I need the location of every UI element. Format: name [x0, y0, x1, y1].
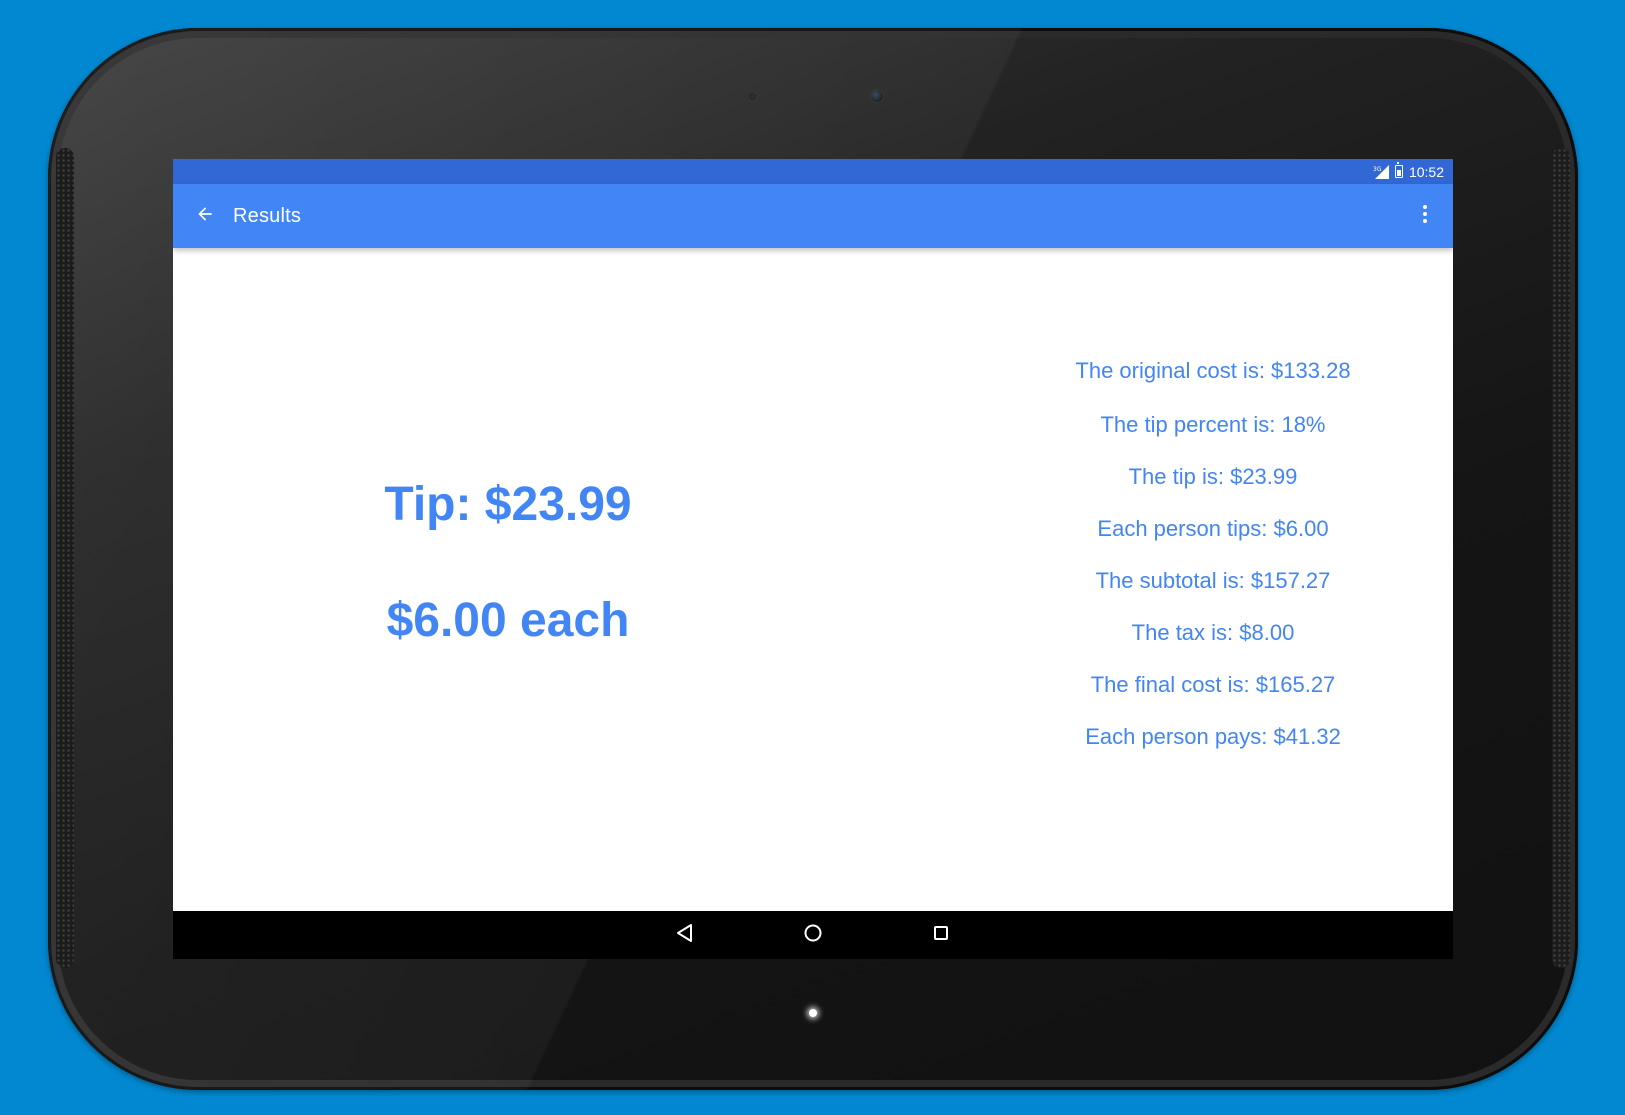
circle-home-icon	[803, 923, 823, 948]
person-pays-line: Each person pays: $41.32	[1085, 724, 1341, 749]
nav-recents-button[interactable]	[911, 911, 971, 959]
tip-amount-line: The tip is: $23.99	[1128, 464, 1298, 489]
triangle-back-icon	[675, 923, 695, 948]
speaker-grille-right	[1552, 148, 1570, 968]
battery-icon	[1394, 162, 1403, 178]
subtotal-line: The subtotal is: $157.27	[1095, 568, 1331, 593]
device-frame-background: 3G 10:52 Results Tip: $23.99 $6.00 each …	[0, 0, 1625, 1115]
tip-total-text: Tip: $23.99	[384, 478, 632, 531]
tip-each-text: $6.00 each	[386, 594, 630, 647]
device-screen: 3G 10:52 Results Tip: $23.99 $6.00 each …	[173, 159, 1453, 959]
light-sensor	[747, 91, 758, 102]
system-nav-bar	[173, 911, 1453, 959]
front-camera	[870, 89, 884, 103]
more-vert-icon	[1413, 202, 1437, 231]
nav-home-button[interactable]	[783, 911, 843, 959]
page-title: Results	[233, 205, 302, 227]
status-bar: 3G 10:52	[173, 159, 1453, 184]
square-recents-icon	[932, 924, 950, 947]
back-button[interactable]	[185, 196, 225, 236]
network-type-label: 3G	[1373, 166, 1382, 173]
person-tip-line: Each person tips: $6.00	[1097, 516, 1329, 541]
tip-percent-line: The tip percent is: 18%	[1100, 412, 1326, 437]
speaker-grille-left	[56, 148, 74, 968]
signal-3g-icon: 3G	[1373, 164, 1389, 179]
final-cost-line: The final cost is: $165.27	[1090, 672, 1336, 697]
status-time: 10:52	[1408, 163, 1444, 180]
tax-line: The tax is: $8.00	[1131, 620, 1295, 645]
overflow-menu-button[interactable]	[1405, 196, 1445, 236]
status-icons: 3G 10:52	[1373, 159, 1444, 184]
arrow-back-icon	[195, 204, 215, 229]
original-cost-line: The original cost is: $133.28	[1075, 358, 1351, 383]
results-content: Tip: $23.99 $6.00 each The original cost…	[173, 248, 1453, 911]
notification-led	[809, 1009, 817, 1017]
app-toolbar: Results	[173, 184, 1453, 248]
nav-back-button[interactable]	[655, 911, 715, 959]
